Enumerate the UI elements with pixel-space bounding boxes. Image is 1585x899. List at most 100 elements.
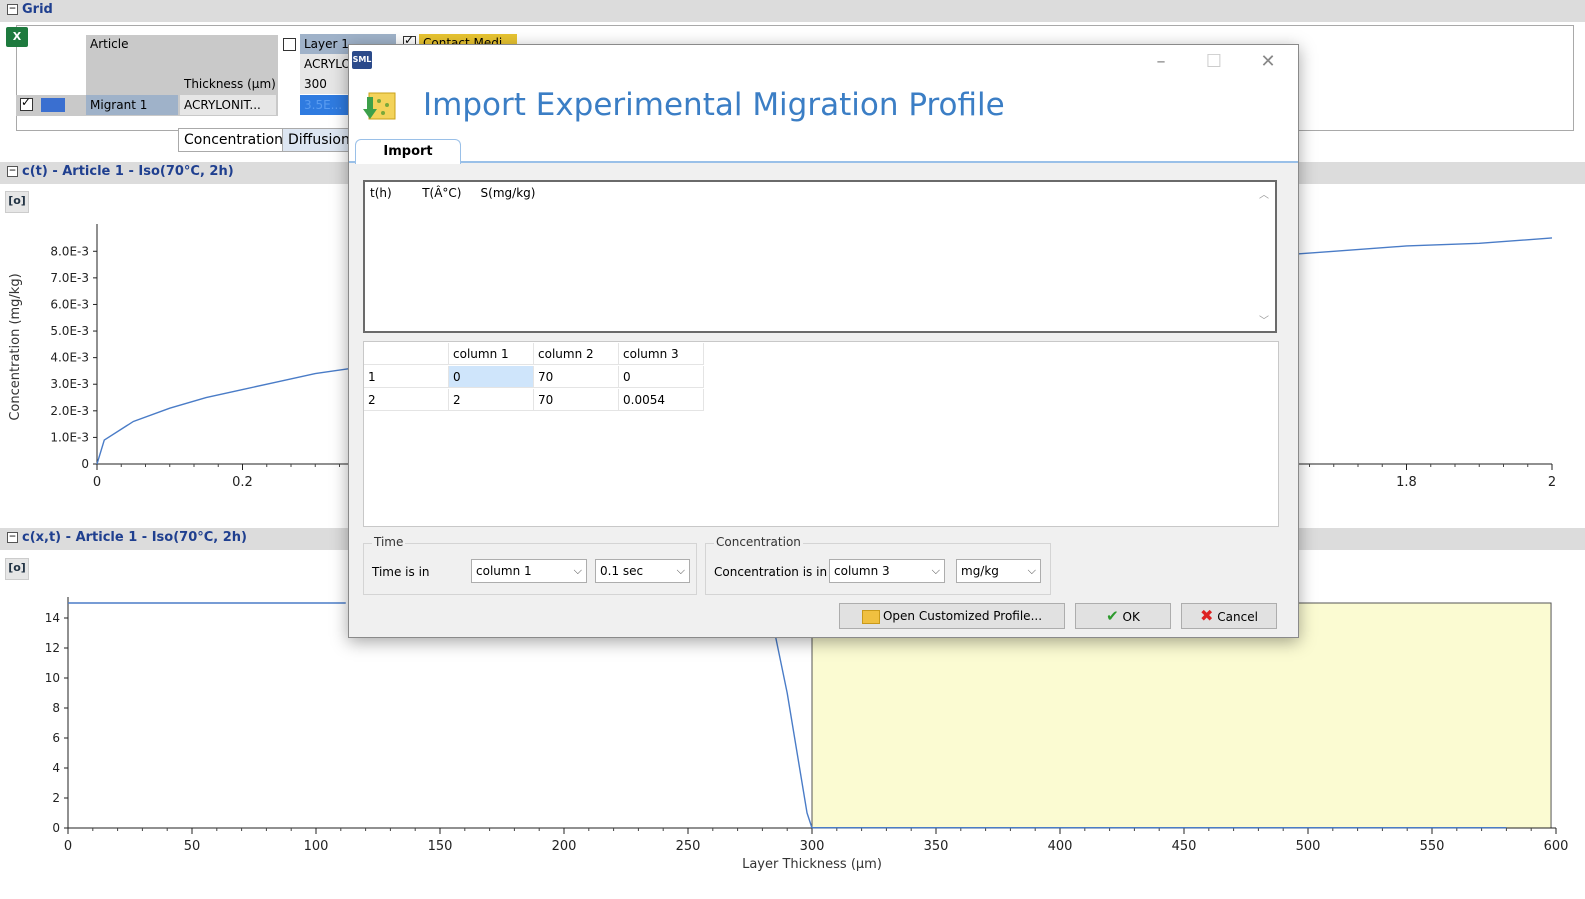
tab-import[interactable]: Import: [355, 139, 461, 164]
y-tick-label: 0: [81, 457, 89, 471]
series-line: [96, 367, 352, 465]
migrant-checkbox[interactable]: [20, 95, 33, 111]
concentration-unit-value: mg/kg: [961, 564, 999, 578]
time-column-value: column 1: [476, 564, 532, 578]
collapse-icon[interactable]: −: [7, 4, 18, 15]
time-column-select[interactable]: column 1 ⌵: [471, 559, 587, 583]
grid-section-header[interactable]: − Grid: [0, 0, 1585, 22]
table-cell[interactable]: 0: [619, 366, 704, 388]
x-tick-label: 50: [184, 839, 201, 854]
chart1-section-title: c(t) - Article 1 - Iso(70°C, 2h): [22, 164, 234, 179]
minimize-button[interactable]: –: [1149, 51, 1173, 73]
concentration-column-select[interactable]: column 3 ⌵: [829, 559, 945, 583]
concentration-is-in-label: Concentration is in: [714, 565, 828, 579]
cancel-label: Cancel: [1217, 610, 1258, 624]
table-cell[interactable]: 70: [534, 366, 619, 388]
raw-data-text: t(h) T(Â°C) S(mg/kg): [370, 186, 536, 200]
x-tick-label: 600: [1544, 839, 1569, 854]
y-tick-label: 4: [52, 761, 60, 775]
chevron-down-icon: ⌵: [931, 564, 940, 577]
table-header-column-3[interactable]: column 3: [619, 343, 704, 365]
scroll-down-icon[interactable]: ﹀: [1259, 312, 1269, 327]
time-group-title: Time: [372, 535, 406, 549]
y-tick-label: 1.0E-3: [50, 430, 89, 444]
series-line: [1297, 237, 1553, 255]
y-tick-label: 5.0E-3: [50, 324, 89, 338]
grid-layer-material: ACRYLO: [300, 54, 348, 74]
y-tick-label: 8.0E-3: [50, 244, 89, 258]
tab-diffusion[interactable]: Diffusion: [282, 128, 356, 152]
open-customized-profile-label: Open Customized Profile...: [882, 609, 1043, 623]
y-tick-label: 10: [45, 671, 60, 685]
grid-migrant-value[interactable]: 3.5E...: [300, 95, 348, 115]
time-is-in-label: Time is in: [372, 565, 430, 579]
tab-concentration[interactable]: Concentration: [178, 128, 290, 152]
y-tick-label: 3.0E-3: [50, 377, 89, 391]
table-cell[interactable]: 70: [534, 389, 619, 411]
x-tick-label: 500: [1296, 839, 1321, 854]
x-tick-label: 150: [428, 839, 453, 854]
concentration-group: Concentration Concentration is in column…: [705, 535, 1051, 595]
tab-strip: [349, 155, 1298, 163]
maximize-button[interactable]: ☐: [1202, 51, 1226, 73]
grid-migrant-material: ACRYLONIT...: [180, 95, 276, 115]
concentration-group-title: Concentration: [714, 535, 803, 549]
grid-thickness-label: Thickness (μm): [184, 77, 276, 91]
x-axis-title: Layer Thickness (μm): [742, 857, 882, 872]
x-tick-label: 350: [924, 839, 949, 854]
table-cell[interactable]: 0: [449, 366, 534, 388]
chevron-down-icon: ⌵: [573, 564, 582, 577]
collapse-icon[interactable]: −: [7, 532, 18, 543]
series-line: [774, 632, 813, 829]
scroll-up-icon[interactable]: ︿: [1259, 186, 1269, 201]
grid-section-title: Grid: [22, 2, 53, 17]
grid-migrant-label[interactable]: Migrant 1: [86, 95, 178, 115]
import-dialog: SML – ☐ ✕ Import Experimental Migration …: [348, 44, 1299, 638]
close-button[interactable]: ✕: [1256, 51, 1280, 73]
cancel-x-icon: ✖: [1200, 606, 1214, 625]
table-cell[interactable]: 0.0054: [619, 389, 704, 411]
open-customized-profile-button[interactable]: Open Customized Profile...: [839, 603, 1065, 629]
y-tick-label: 6.0E-3: [50, 297, 89, 311]
x-tick-label: 450: [1172, 839, 1197, 854]
excel-icon[interactable]: X: [6, 27, 28, 47]
y-tick-label: 12: [45, 641, 60, 655]
y-tick-label: 2.0E-3: [50, 404, 89, 418]
concentration-unit-select[interactable]: mg/kg ⌵: [956, 559, 1041, 583]
y-tick-label: 6: [52, 731, 60, 745]
table-header-column-1[interactable]: column 1: [449, 343, 534, 365]
sml-app-icon: SML: [352, 51, 372, 69]
collapse-icon[interactable]: −: [7, 166, 18, 177]
y-tick-label: 8: [52, 701, 60, 715]
x-tick-label: 1.8: [1396, 475, 1417, 490]
ok-label: OK: [1122, 610, 1140, 624]
y-tick-label: 0: [52, 821, 60, 835]
chevron-down-icon: ⌵: [676, 564, 685, 577]
time-unit-value: 0.1 sec: [600, 564, 644, 578]
x-tick-label: 0: [93, 475, 101, 490]
dialog-title: Import Experimental Migration Profile: [423, 87, 1005, 123]
chevron-down-icon: ⌵: [1027, 564, 1036, 577]
chart2-section-title: c(x,t) - Article 1 - Iso(70°C, 2h): [22, 530, 247, 545]
x-tick-label: 0.2: [232, 475, 253, 490]
y-tick-label: 4.0E-3: [50, 351, 89, 365]
folder-icon: [861, 609, 880, 624]
table-header-corner: [364, 343, 449, 365]
migrant-color-swatch[interactable]: [41, 98, 65, 112]
raw-data-textarea[interactable]: t(h) T(Â°C) S(mg/kg) ︿ ﹀: [363, 180, 1277, 333]
time-unit-select[interactable]: 0.1 sec ⌵: [595, 559, 690, 583]
cancel-button[interactable]: ✖ Cancel: [1181, 603, 1277, 629]
x-tick-label: 400: [1048, 839, 1073, 854]
ok-button[interactable]: ✔ OK: [1075, 603, 1171, 629]
table-row-number: 2: [364, 389, 449, 411]
y-tick-label: 14: [45, 611, 60, 625]
table-cell[interactable]: 2: [449, 389, 534, 411]
concentration-column-value: column 3: [834, 564, 890, 578]
table-header-column-2[interactable]: column 2: [534, 343, 619, 365]
layer-checkbox[interactable]: [283, 38, 296, 51]
import-profile-icon: [361, 89, 397, 123]
grid-thickness-value[interactable]: 300: [300, 74, 348, 94]
x-tick-label: 0: [64, 839, 72, 854]
grid-article-label: Article: [90, 37, 129, 51]
data-table: column 1 column 2 column 3 1 0 70 0 2 2 …: [363, 341, 1279, 527]
